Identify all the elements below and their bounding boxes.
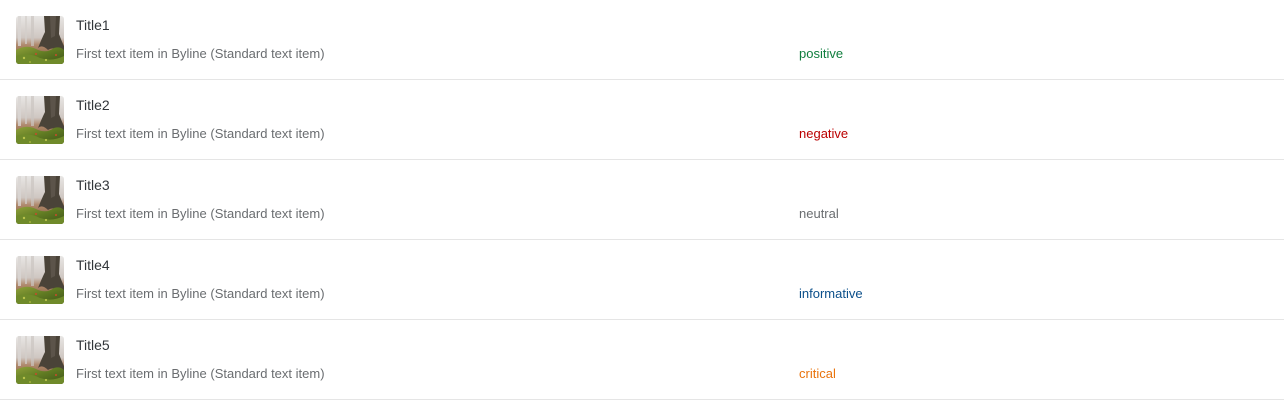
status-text: informative <box>799 286 863 301</box>
standard-list: Title1 First text item in Byline (Standa… <box>0 0 1284 400</box>
forest-tree-thumbnail <box>16 96 64 144</box>
list-item-byline: First text item in Byline (Standard text… <box>76 126 325 141</box>
list-item-title: Title2 <box>76 97 110 113</box>
list-item-byline: First text item in Byline (Standard text… <box>76 366 325 381</box>
list-item[interactable]: Title2 First text item in Byline (Standa… <box>0 80 1284 160</box>
status-text: negative <box>799 126 849 141</box>
list-item[interactable]: Title3 First text item in Byline (Standa… <box>0 160 1284 240</box>
forest-tree-thumbnail <box>16 16 64 64</box>
status-text: critical <box>799 366 836 381</box>
list-item-title: Title1 <box>76 17 110 33</box>
list-item-title: Title4 <box>76 257 110 273</box>
list-item-byline: First text item in Byline (Standard text… <box>76 46 325 61</box>
list-item-byline: First text item in Byline (Standard text… <box>76 206 325 221</box>
forest-tree-thumbnail <box>16 176 64 224</box>
list-item[interactable]: Title4 First text item in Byline (Standa… <box>0 240 1284 320</box>
list-item-byline: First text item in Byline (Standard text… <box>76 286 325 301</box>
forest-tree-thumbnail <box>16 256 64 304</box>
status-text: neutral <box>799 206 839 221</box>
list-item[interactable]: Title1 First text item in Byline (Standa… <box>0 0 1284 80</box>
status-text: positive <box>799 46 844 61</box>
list-item-title: Title3 <box>76 177 110 193</box>
list-item[interactable]: Title5 First text item in Byline (Standa… <box>0 320 1284 400</box>
list-item-title: Title5 <box>76 337 110 353</box>
forest-tree-thumbnail <box>16 336 64 384</box>
